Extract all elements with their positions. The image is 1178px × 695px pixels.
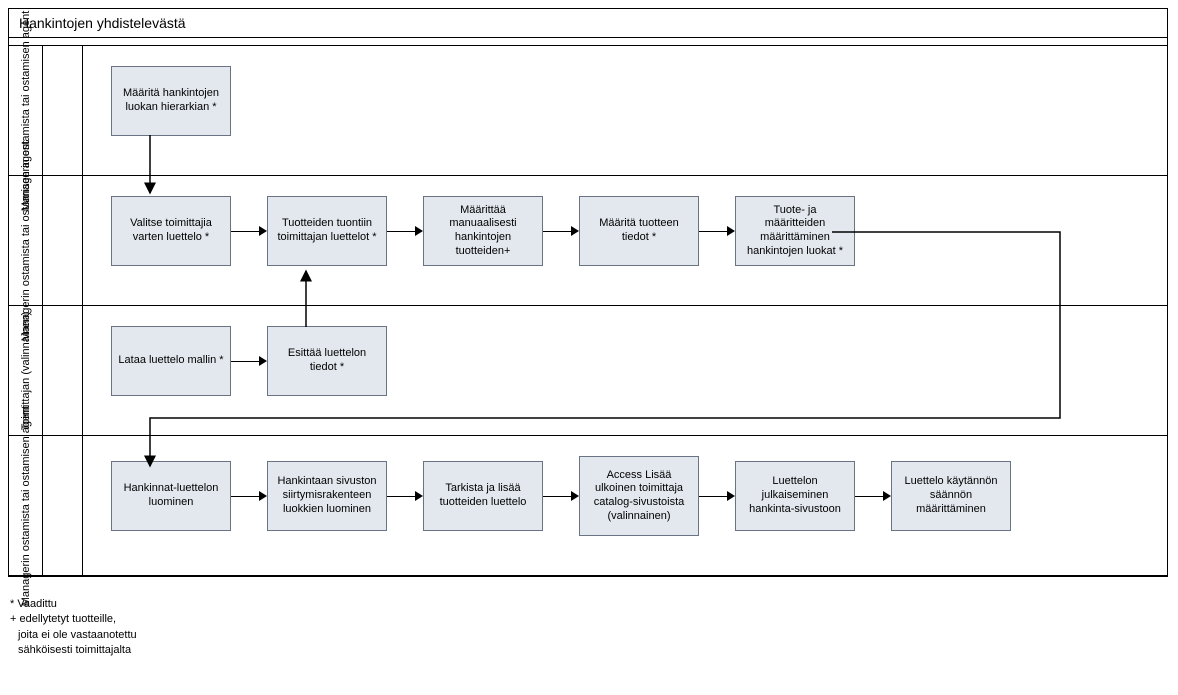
arrow-icon (543, 231, 579, 232)
lane-2-label: Managerin ostamista tai ostamisen agent (9, 176, 43, 305)
lane-4: Managerin ostamista tai ostamisen agent … (9, 436, 1167, 576)
box-create-catalog: Hankinnat-luettelon luominen (111, 461, 231, 531)
lane-1-body: Määritä hankintojen luokan hierarkian * (83, 46, 1167, 175)
arrow-icon (231, 361, 267, 362)
box-review-add: Tarkista ja lisää tuotteiden luettelo (423, 461, 543, 531)
arrow-icon (699, 231, 735, 232)
lane-2-body: Valitse toimittajia varten luettelo * Tu… (83, 176, 1167, 305)
lane-2: Managerin ostamista tai ostamisen agent … (9, 176, 1167, 306)
box-download-template: Lataa luettelo mallin * (111, 326, 231, 396)
lane-4-label-text: Managerin ostamista tai ostamisen agent (20, 405, 32, 606)
arrow-icon (387, 231, 423, 232)
diagram-title: Hankintojen yhdistelevästä (9, 9, 1167, 38)
lane-4-body: Hankinnat-luettelon luominen Hankintaan … (83, 436, 1167, 575)
box-import-products: Tuotteiden tuontiin toimittajan luettelo… (267, 196, 387, 266)
arrow-icon (699, 496, 735, 497)
box-product-details: Määritä tuotteen tiedot * (579, 196, 699, 266)
lane-4-label: Managerin ostamista tai ostamisen agent (9, 436, 43, 575)
footnote-plus-3: sähköisesti toimittajalta (10, 643, 1170, 658)
lane-3-body: Lataa luettelo mallin * Esittää luettelo… (83, 306, 1167, 435)
lane-1: Managerin ostamista tai ostamisen agent … (9, 46, 1167, 176)
box-create-nav: Hankintaan sivuston siirtymisrakenteen l… (267, 461, 387, 531)
box-manual-define: Määrittää manuaalisesti hankintojen tuot… (423, 196, 543, 266)
lane-3-inner (43, 306, 83, 435)
arrow-icon (387, 496, 423, 497)
arrow-icon (231, 231, 267, 232)
footnote-required: * Vaadittu (10, 597, 1170, 612)
lane-3: Toimittajan (valinnainen) Lataa luettelo… (9, 306, 1167, 436)
box-assign-categories: Tuote- ja määritteiden määrittäminen han… (735, 196, 855, 266)
lane-4-inner (43, 436, 83, 575)
footnote-plus-2: joita ei ole vastaanotettu (10, 628, 1170, 643)
box-select-vendors: Valitse toimittajia varten luettelo * (111, 196, 231, 266)
arrow-icon (231, 496, 267, 497)
footnotes: * Vaadittu + edellytetyt tuotteille, joi… (8, 597, 1170, 659)
title-text: Hankintojen yhdistelevästä (19, 15, 186, 31)
arrow-icon (543, 496, 579, 497)
box-policy-rule: Luettelo käytännön säännön määrittäminen (891, 461, 1011, 531)
footnote-plus-1: + edellytetyt tuotteille, (10, 612, 1170, 627)
box-define-hierarchy: Määritä hankintojen luokan hierarkian * (111, 66, 231, 136)
title-spacer (9, 38, 1167, 46)
box-external-catalog: Access Lisää ulkoinen toimittaja catalog… (579, 456, 699, 536)
swimlane-diagram: Hankintojen yhdistelevästä Managerin ost… (8, 8, 1168, 577)
box-publish: Luettelon julkaiseminen hankinta-sivusto… (735, 461, 855, 531)
lane-1-inner (43, 46, 83, 175)
arrow-icon (855, 496, 891, 497)
lane-2-inner (43, 176, 83, 305)
box-submit-catalog: Esittää luettelon tiedot * (267, 326, 387, 396)
